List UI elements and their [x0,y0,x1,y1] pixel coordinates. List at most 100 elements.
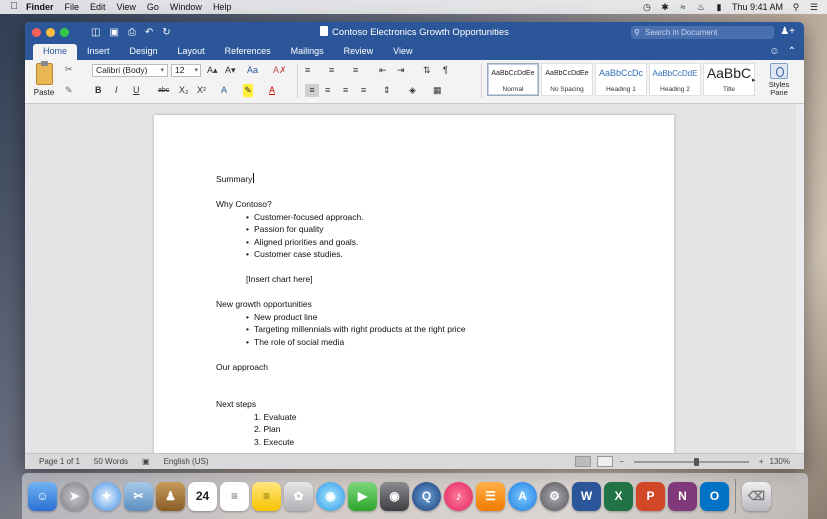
format-painter-icon[interactable]: ✎ [65,85,73,96]
outlook-dock-icon[interactable]: O [700,481,729,511]
align-center-icon[interactable]: ≡ [325,84,330,97]
trash-dock-icon[interactable]: ⌫ [742,481,771,511]
paste-button[interactable]: Paste [31,61,57,97]
shrink-font-icon[interactable]: A▾ [225,64,236,77]
font-size-dropdown[interactable]: 12 ▾ [171,64,201,77]
fullscreen-window-button[interactable] [60,28,69,37]
redo-icon[interactable]: ↻ [162,27,170,38]
safari-dock-icon[interactable]: ✦ [92,481,121,511]
menu-app-finder[interactable]: Finder [26,2,54,12]
quicktime-dock-icon[interactable]: Q [412,481,441,511]
notes-dock-icon[interactable]: ≡ [252,481,281,511]
undo-icon[interactable]: ↶ [145,27,153,38]
system-preferences-dock-icon[interactable]: ⚙ [540,481,569,511]
align-left-icon[interactable]: ≡ [305,84,319,97]
preview-dock-icon[interactable]: ✂ [124,481,153,511]
superscript-button[interactable]: X² [197,84,206,97]
minimize-window-button[interactable] [46,28,55,37]
styles-gallery-more-icon[interactable]: ▸ [752,74,756,87]
cut-icon[interactable]: ✂ [65,64,73,75]
line-spacing-icon[interactable]: ⇕ [383,84,391,97]
language[interactable]: English (US) [164,457,209,466]
subscript-button[interactable]: X₂ [179,84,189,97]
bullets-icon[interactable]: ≡ [305,64,310,77]
clear-formatting-icon[interactable]: A✗ [273,64,287,77]
ibooks-dock-icon[interactable]: ☰ [476,481,505,511]
style-heading-1[interactable]: AaBbCcDc Heading 1 [595,63,647,96]
change-case-icon[interactable]: Aa [247,64,258,77]
font-color-icon[interactable]: A [269,84,275,97]
zoom-in-icon[interactable]: + [759,457,764,466]
font-name-dropdown[interactable]: Calibri (Body) ▾ [92,64,168,77]
print-layout-view-button[interactable] [575,456,592,467]
time-machine-icon[interactable]: ◷ [642,2,652,12]
web-layout-view-button[interactable] [597,456,614,467]
apple-menu-icon[interactable]:  [8,1,20,13]
numbering-icon[interactable]: ≡ [329,64,334,77]
proofing-icon[interactable]: ▣ [142,457,150,466]
strikethrough-button[interactable]: abc [158,84,169,97]
wifi-icon[interactable]: ≈ [678,2,688,12]
itunes-dock-icon[interactable]: ♪ [444,481,473,511]
style-title[interactable]: AaBbC Title [703,63,755,96]
styles-pane-button[interactable]: Styles Pane [764,63,794,97]
text-effects-icon[interactable]: A [221,84,227,97]
onenote-dock-icon[interactable]: N [668,481,697,511]
menu-edit[interactable]: Edit [90,2,106,12]
spotlight-icon[interactable]: ⚲ [791,2,801,12]
share-person-icon[interactable]: ♟+ [780,26,795,37]
tab-review[interactable]: Review [334,44,384,60]
document-canvas[interactable]: Summary Why Contoso? Customer-focused ap… [25,104,804,453]
italic-button[interactable]: I [115,84,118,97]
menu-view[interactable]: View [117,2,136,12]
menu-go[interactable]: Go [147,2,159,12]
notification-center-icon[interactable]: ☰ [809,2,819,12]
sidebar-toggle-icon[interactable]: ◫ [91,27,100,38]
bold-button[interactable]: B [95,84,102,97]
menu-help[interactable]: Help [213,2,232,12]
volume-icon[interactable]: ♨ [696,2,706,12]
zoom-slider-knob[interactable] [694,457,700,466]
shading-icon[interactable]: ◈ [409,84,416,97]
word-count[interactable]: 50 Words [94,457,128,466]
close-window-button[interactable] [32,28,41,37]
app-store-dock-icon[interactable]: A [508,481,537,511]
document-body[interactable]: Summary Why Contoso? Customer-focused ap… [216,173,466,448]
tab-mailings[interactable]: Mailings [281,44,334,60]
tab-view[interactable]: View [383,44,422,60]
tab-insert[interactable]: Insert [77,44,120,60]
print-icon[interactable]: ⎙ [128,27,136,38]
increase-indent-icon[interactable]: ⇥ [397,64,405,77]
launchpad-dock-icon[interactable]: ➤ [60,481,89,511]
menu-window[interactable]: Window [170,2,202,12]
facetime-dock-icon[interactable]: ▶ [348,481,377,511]
finder-dock-icon[interactable]: ☺ [28,481,57,511]
tab-layout[interactable]: Layout [168,44,215,60]
tab-home[interactable]: Home [33,44,78,60]
style-normal[interactable]: AaBbCcDdEe Normal [487,63,539,96]
document-page[interactable]: Summary Why Contoso? Customer-focused ap… [154,115,674,453]
powerpoint-dock-icon[interactable]: P [636,481,665,511]
borders-icon[interactable]: ▦ [433,84,442,97]
sort-icon[interactable]: ⇅ [423,64,431,77]
page-count[interactable]: Page 1 of 1 [39,457,80,466]
show-formatting-icon[interactable]: ¶ [443,64,448,77]
contacts-dock-icon[interactable]: ♟ [156,481,185,511]
style-heading-2[interactable]: AaBbCcDdE Heading 2 [649,63,701,96]
tab-design[interactable]: Design [120,44,168,60]
zoom-level[interactable]: 130% [770,457,790,466]
menu-clock[interactable]: Thu 9:41 AM [732,2,783,12]
justify-icon[interactable]: ≡ [361,84,366,97]
decrease-indent-icon[interactable]: ⇤ [379,64,387,77]
align-right-icon[interactable]: ≡ [343,84,348,97]
menu-file[interactable]: File [65,2,80,12]
search-in-document-input[interactable]: ⚲ Search in Document [631,26,774,39]
save-icon[interactable]: ▣ [109,27,118,38]
vertical-scrollbar[interactable] [796,104,804,453]
photo-booth-dock-icon[interactable]: ◉ [380,481,409,511]
battery-icon[interactable]: ▮ [714,2,724,12]
highlight-color-icon[interactable]: ✎ [243,84,253,97]
underline-button[interactable]: U [133,84,140,97]
messages-dock-icon[interactable]: ◉ [316,481,345,511]
excel-dock-icon[interactable]: X [604,481,633,511]
